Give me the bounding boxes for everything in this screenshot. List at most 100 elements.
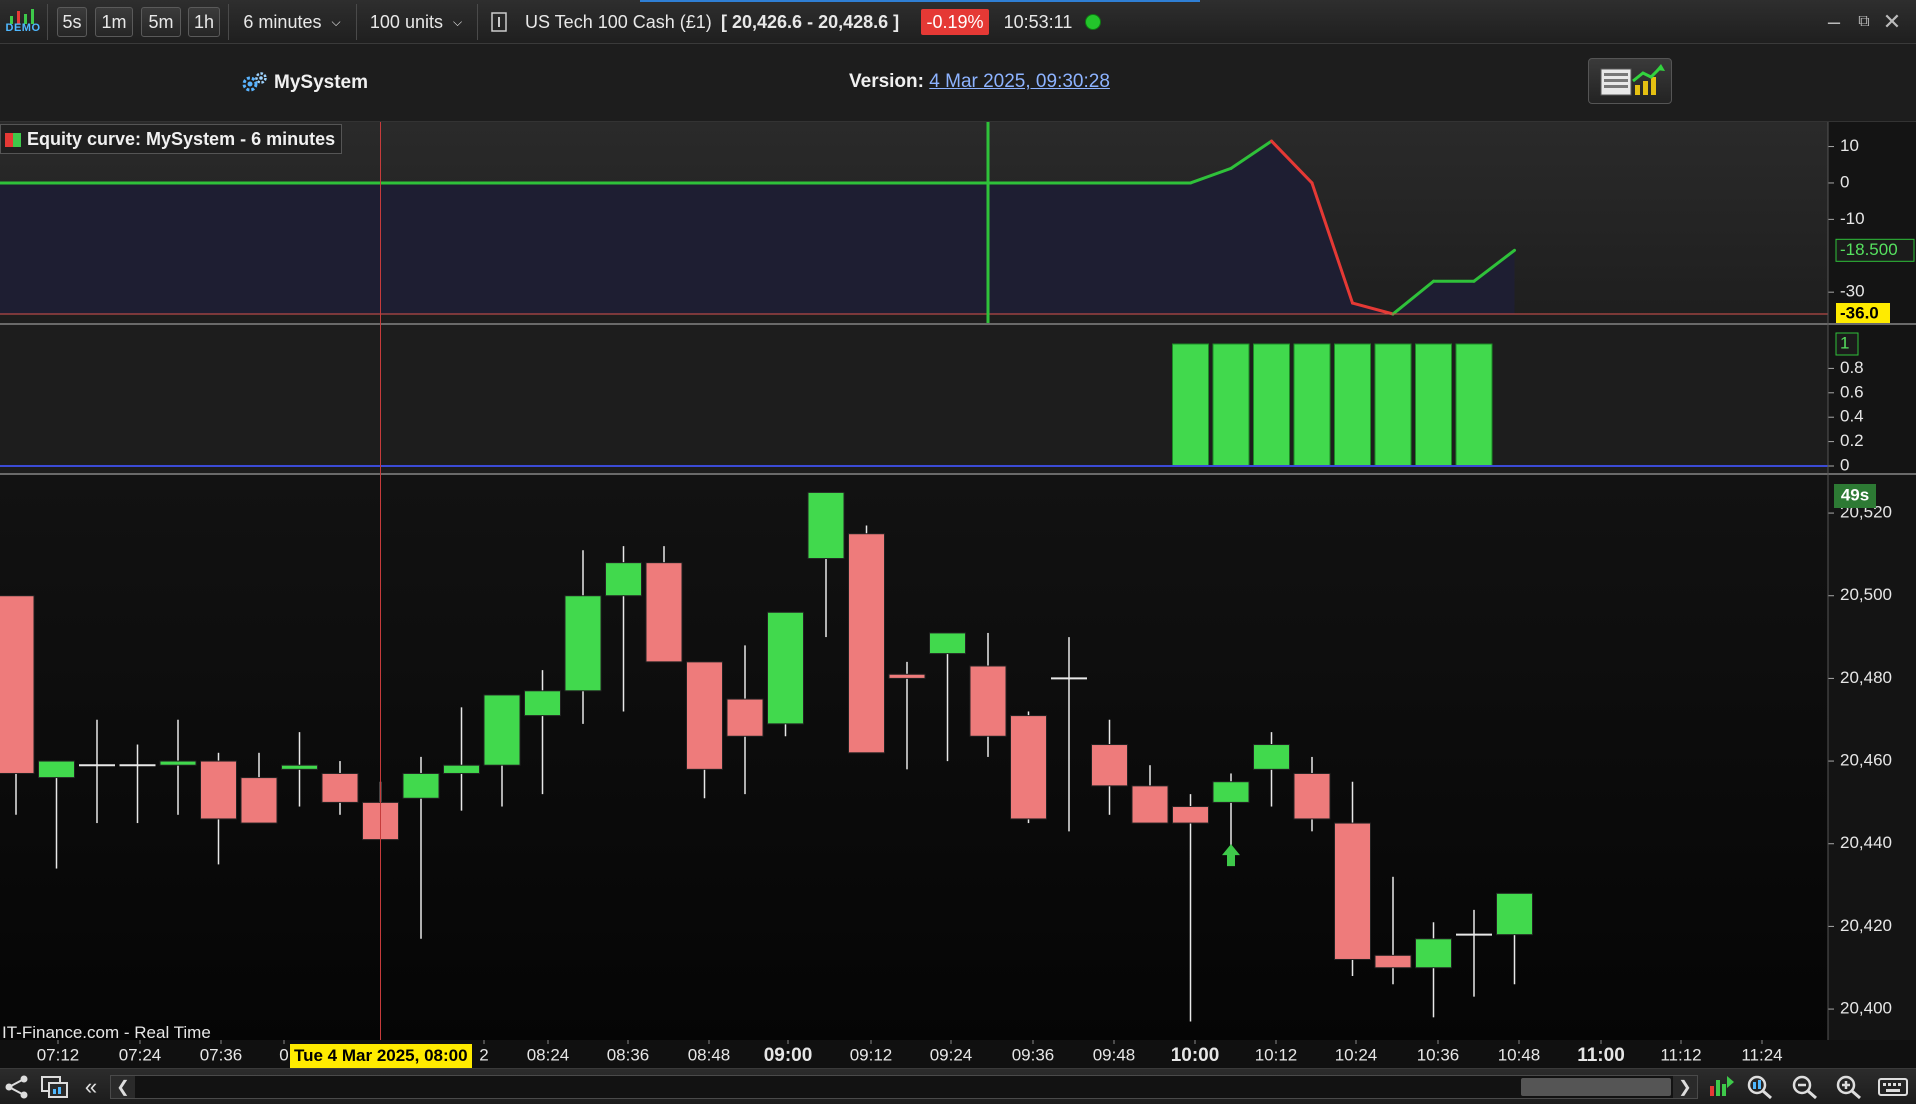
trading-platform-window: DEMO 5s 1m 5m 1h 6 minutes ⌵ 100 units ⌵… bbox=[0, 0, 1916, 1104]
time-axis-label: 10:12 bbox=[1255, 1045, 1298, 1064]
quote-bracket-open: [ bbox=[721, 11, 732, 32]
position-bar bbox=[1212, 343, 1250, 467]
scrollbar-thumb[interactable] bbox=[1521, 1078, 1671, 1096]
time-axis-label: 09:48 bbox=[1093, 1045, 1136, 1064]
minimize-icon[interactable]: – bbox=[1822, 9, 1846, 34]
time-axis-label: 11:24 bbox=[1741, 1045, 1782, 1064]
time-axis-label: 11:12 bbox=[1660, 1045, 1701, 1064]
zoom-fit-icon[interactable] bbox=[1745, 1073, 1775, 1101]
candle-up bbox=[443, 764, 480, 774]
time-axis-label: 10:00 bbox=[1171, 1045, 1220, 1066]
position-y-tick-label: 0.8 bbox=[1840, 358, 1864, 377]
position-bar bbox=[1334, 343, 1371, 467]
chart-canvas[interactable]: 100-10-30-18.500-36.00.80.60.40.20120,52… bbox=[0, 122, 1916, 1068]
restore-icon[interactable]: ⧉ bbox=[1852, 10, 1876, 34]
version-link[interactable]: 4 Mar 2025, 09:30:28 bbox=[929, 71, 1110, 92]
period-1m-button[interactable]: 1m bbox=[95, 7, 133, 37]
chevron-down-icon: ⌵ bbox=[331, 14, 341, 29]
toolbar-accent-bar bbox=[640, 0, 1200, 2]
time-axis-label: 0 bbox=[279, 1045, 288, 1064]
equity-y-tick-label: 10 bbox=[1840, 136, 1859, 155]
windows-icon[interactable] bbox=[40, 1073, 70, 1101]
time-axis-label: 07:36 bbox=[200, 1045, 243, 1064]
candle-down bbox=[645, 562, 683, 663]
bid-price: 20,426.6 bbox=[732, 11, 803, 32]
candle-down bbox=[1131, 785, 1169, 824]
quote-bracket-close: ] bbox=[888, 11, 900, 32]
candle-down bbox=[240, 777, 278, 824]
time-axis-label: 09:36 bbox=[1012, 1045, 1055, 1064]
candle-up bbox=[1212, 781, 1250, 803]
instrument-name[interactable]: US Tech 100 Cash (£1) bbox=[525, 7, 715, 37]
price-y-tick-label: 20,420 bbox=[1840, 916, 1892, 935]
time-axis-label: 09:00 bbox=[764, 1045, 813, 1066]
toolbar-divider bbox=[356, 4, 357, 40]
backtest-report-button[interactable] bbox=[1588, 58, 1672, 104]
demo-label: DEMO bbox=[5, 22, 41, 34]
instrument-info-icon[interactable] bbox=[488, 7, 510, 37]
price-y-tick-label: 20,440 bbox=[1840, 833, 1892, 852]
toolbar-divider bbox=[228, 4, 229, 40]
candle-up bbox=[281, 764, 318, 770]
main-toolbar: DEMO 5s 1m 5m 1h 6 minutes ⌵ 100 units ⌵… bbox=[0, 0, 1916, 44]
equity-legend[interactable]: Equity curve: MySystem - 6 minutes bbox=[0, 124, 343, 154]
timeframe-dropdown[interactable]: 6 minutes ⌵ bbox=[232, 7, 352, 37]
units-value: 100 units bbox=[369, 11, 443, 32]
period-5s-button[interactable]: 5s bbox=[57, 7, 87, 37]
time-axis-label: 10:24 bbox=[1335, 1045, 1378, 1064]
candle-down bbox=[1172, 806, 1209, 824]
keyboard-icon[interactable] bbox=[1878, 1073, 1908, 1101]
candle-up bbox=[767, 611, 804, 725]
chart-area[interactable]: 10 0 -10 -30 -18.500 -36.0 0.8 0.6 0.4 0.2 0 1 20,52… bbox=[0, 122, 1916, 1068]
candle-up bbox=[1415, 938, 1452, 969]
clock-time: 10:53:11 bbox=[1003, 11, 1073, 32]
share-icon[interactable] bbox=[2, 1073, 32, 1101]
position-bar bbox=[1455, 343, 1493, 467]
quote-separator: - bbox=[802, 11, 819, 32]
scroll-left-icon[interactable]: ❮ bbox=[111, 1076, 135, 1098]
position-y-tick-label: 0.6 bbox=[1840, 382, 1864, 401]
close-icon[interactable]: ✕ bbox=[1880, 9, 1904, 34]
candle-down bbox=[1334, 822, 1371, 960]
position-bar bbox=[1293, 343, 1331, 467]
bid-ask-quote: [ 20,426.6 - 20,428.6 ] bbox=[721, 7, 916, 37]
equity-y-tick-label: -10 bbox=[1840, 209, 1865, 228]
candle-up bbox=[807, 491, 845, 560]
countdown-label: 49s bbox=[1841, 485, 1869, 504]
zoom-out-icon[interactable] bbox=[1790, 1073, 1820, 1101]
equity-y-tick-label: 0 bbox=[1840, 172, 1849, 191]
chart-scrollbar[interactable]: ❮ ❯ bbox=[110, 1075, 1698, 1099]
time-axis-label: 07:12 bbox=[37, 1045, 80, 1064]
ask-price: 20,428.6 bbox=[818, 11, 889, 32]
auto-scroll-icon[interactable] bbox=[1706, 1073, 1736, 1101]
candle-down bbox=[321, 772, 359, 803]
version-info: Version: 4 Mar 2025, 09:30:28 bbox=[849, 71, 1110, 93]
crosshair-date-tag: Tue 4 Mar 2025, 08:00 bbox=[290, 1044, 472, 1068]
system-selector[interactable]: MySystem bbox=[240, 70, 368, 96]
bottom-toolbar: « ❮ ❯ bbox=[0, 1068, 1916, 1104]
timeframe-value: 6 minutes bbox=[243, 11, 322, 32]
scroll-right-icon[interactable]: ❯ bbox=[1673, 1076, 1697, 1098]
version-label: Version: bbox=[849, 71, 924, 92]
units-dropdown[interactable]: 100 units ⌵ bbox=[360, 7, 472, 37]
candle-up bbox=[929, 632, 966, 655]
candle-down bbox=[200, 760, 237, 820]
period-5m-button[interactable]: 5m bbox=[141, 7, 181, 37]
chevron-down-icon: ⌵ bbox=[452, 14, 463, 29]
position-bar bbox=[1374, 343, 1412, 467]
zoom-in-icon[interactable] bbox=[1834, 1073, 1864, 1101]
candle-up bbox=[1496, 892, 1533, 936]
equity-last-value-label: -18.500 bbox=[1840, 240, 1898, 259]
candle-up bbox=[159, 760, 197, 766]
report-chart-icon bbox=[1600, 64, 1665, 96]
price-y-tick-label: 20,480 bbox=[1840, 668, 1892, 687]
collapse-left-icon[interactable]: « bbox=[78, 1073, 104, 1101]
candle-down bbox=[1374, 954, 1412, 969]
candle-up bbox=[402, 772, 440, 799]
candle-up bbox=[38, 760, 75, 779]
position-bar bbox=[1172, 343, 1209, 467]
data-source-label: IT-Finance.com - Real Time bbox=[2, 1023, 211, 1042]
candle-down bbox=[848, 533, 885, 754]
position-last-value-label: 1 bbox=[1840, 333, 1849, 352]
period-1h-button[interactable]: 1h bbox=[188, 7, 220, 37]
